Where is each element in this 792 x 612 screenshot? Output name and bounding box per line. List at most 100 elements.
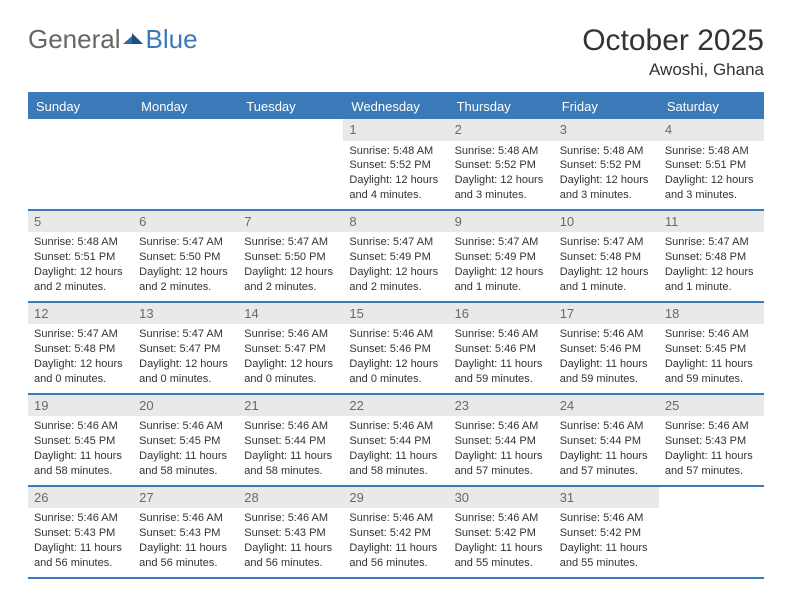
- day-number: 25: [659, 395, 764, 417]
- sunrise-text: Sunrise: 5:47 AM: [244, 235, 337, 250]
- day-info: Sunrise: 5:46 AMSunset: 5:44 PMDaylight:…: [449, 416, 554, 484]
- day-info: Sunrise: 5:47 AMSunset: 5:49 PMDaylight:…: [449, 232, 554, 300]
- sunrise-text: Sunrise: 5:46 AM: [34, 419, 127, 434]
- calendar-cell: 25Sunrise: 5:46 AMSunset: 5:43 PMDayligh…: [659, 395, 764, 485]
- daylight-text: Daylight: 12 hours and 0 minutes.: [244, 357, 337, 387]
- day-number: 9: [449, 211, 554, 233]
- day-info: Sunrise: 5:46 AMSunset: 5:45 PMDaylight:…: [659, 324, 764, 392]
- week-row: 1Sunrise: 5:48 AMSunset: 5:52 PMDaylight…: [28, 119, 764, 211]
- day-number: 8: [343, 211, 448, 233]
- sunrise-text: Sunrise: 5:46 AM: [349, 419, 442, 434]
- calendar-cell: 18Sunrise: 5:46 AMSunset: 5:45 PMDayligh…: [659, 303, 764, 393]
- sunset-text: Sunset: 5:45 PM: [34, 434, 127, 449]
- sunset-text: Sunset: 5:50 PM: [244, 250, 337, 265]
- sunrise-text: Sunrise: 5:47 AM: [139, 235, 232, 250]
- dayname-tuesday: Tuesday: [238, 94, 343, 119]
- sunrise-text: Sunrise: 5:48 AM: [665, 144, 758, 159]
- daylight-text: Daylight: 12 hours and 0 minutes.: [139, 357, 232, 387]
- calendar-cell: [238, 119, 343, 209]
- day-number: 3: [554, 119, 659, 141]
- calendar-cell: 1Sunrise: 5:48 AMSunset: 5:52 PMDaylight…: [343, 119, 448, 209]
- day-number: 21: [238, 395, 343, 417]
- month-title: October 2025: [582, 24, 764, 58]
- day-info: Sunrise: 5:48 AMSunset: 5:52 PMDaylight:…: [449, 141, 554, 209]
- day-info: Sunrise: 5:48 AMSunset: 5:51 PMDaylight:…: [659, 141, 764, 209]
- sunrise-text: Sunrise: 5:46 AM: [455, 419, 548, 434]
- sunrise-text: Sunrise: 5:48 AM: [349, 144, 442, 159]
- sunset-text: Sunset: 5:51 PM: [34, 250, 127, 265]
- calendar-cell: 23Sunrise: 5:46 AMSunset: 5:44 PMDayligh…: [449, 395, 554, 485]
- day-info: Sunrise: 5:46 AMSunset: 5:43 PMDaylight:…: [238, 508, 343, 576]
- day-info: Sunrise: 5:46 AMSunset: 5:42 PMDaylight:…: [449, 508, 554, 576]
- title-block: October 2025 Awoshi, Ghana: [582, 24, 764, 80]
- calendar-cell: 9Sunrise: 5:47 AMSunset: 5:49 PMDaylight…: [449, 211, 554, 301]
- sunset-text: Sunset: 5:50 PM: [139, 250, 232, 265]
- day-info: Sunrise: 5:46 AMSunset: 5:43 PMDaylight:…: [28, 508, 133, 576]
- calendar-cell: 16Sunrise: 5:46 AMSunset: 5:46 PMDayligh…: [449, 303, 554, 393]
- daylight-text: Daylight: 11 hours and 56 minutes.: [34, 541, 127, 571]
- day-number: 11: [659, 211, 764, 233]
- week-row: 12Sunrise: 5:47 AMSunset: 5:48 PMDayligh…: [28, 303, 764, 395]
- daylight-text: Daylight: 11 hours and 55 minutes.: [455, 541, 548, 571]
- daylight-text: Daylight: 12 hours and 4 minutes.: [349, 173, 442, 203]
- sunset-text: Sunset: 5:42 PM: [349, 526, 442, 541]
- daylight-text: Daylight: 12 hours and 2 minutes.: [349, 265, 442, 295]
- sunrise-text: Sunrise: 5:46 AM: [139, 511, 232, 526]
- day-number: 23: [449, 395, 554, 417]
- sunrise-text: Sunrise: 5:46 AM: [244, 327, 337, 342]
- daylight-text: Daylight: 11 hours and 58 minutes.: [139, 449, 232, 479]
- daylight-text: Daylight: 11 hours and 58 minutes.: [349, 449, 442, 479]
- logo-text-blue: Blue: [146, 24, 198, 55]
- sunset-text: Sunset: 5:48 PM: [560, 250, 653, 265]
- day-number: 22: [343, 395, 448, 417]
- sunset-text: Sunset: 5:52 PM: [349, 158, 442, 173]
- sunset-text: Sunset: 5:47 PM: [139, 342, 232, 357]
- day-info: Sunrise: 5:46 AMSunset: 5:44 PMDaylight:…: [238, 416, 343, 484]
- daylight-text: Daylight: 11 hours and 59 minutes.: [665, 357, 758, 387]
- dayname-friday: Friday: [554, 94, 659, 119]
- day-info: Sunrise: 5:46 AMSunset: 5:46 PMDaylight:…: [343, 324, 448, 392]
- day-number: 6: [133, 211, 238, 233]
- daylight-text: Daylight: 11 hours and 58 minutes.: [244, 449, 337, 479]
- calendar-cell: 17Sunrise: 5:46 AMSunset: 5:46 PMDayligh…: [554, 303, 659, 393]
- day-info: Sunrise: 5:47 AMSunset: 5:50 PMDaylight:…: [238, 232, 343, 300]
- calendar: Sunday Monday Tuesday Wednesday Thursday…: [28, 92, 764, 579]
- day-number: 28: [238, 487, 343, 509]
- daylight-text: Daylight: 11 hours and 56 minutes.: [244, 541, 337, 571]
- day-info: Sunrise: 5:46 AMSunset: 5:47 PMDaylight:…: [238, 324, 343, 392]
- day-number: 1: [343, 119, 448, 141]
- calendar-cell: [659, 487, 764, 577]
- sunrise-text: Sunrise: 5:47 AM: [455, 235, 548, 250]
- daylight-text: Daylight: 12 hours and 3 minutes.: [455, 173, 548, 203]
- sunrise-text: Sunrise: 5:48 AM: [560, 144, 653, 159]
- sunrise-text: Sunrise: 5:47 AM: [560, 235, 653, 250]
- sunset-text: Sunset: 5:49 PM: [349, 250, 442, 265]
- sunset-text: Sunset: 5:45 PM: [139, 434, 232, 449]
- sunset-text: Sunset: 5:45 PM: [665, 342, 758, 357]
- day-number: 29: [343, 487, 448, 509]
- calendar-cell: 7Sunrise: 5:47 AMSunset: 5:50 PMDaylight…: [238, 211, 343, 301]
- day-number: 17: [554, 303, 659, 325]
- day-info: Sunrise: 5:46 AMSunset: 5:46 PMDaylight:…: [554, 324, 659, 392]
- sunset-text: Sunset: 5:46 PM: [349, 342, 442, 357]
- sunset-text: Sunset: 5:42 PM: [455, 526, 548, 541]
- sunset-text: Sunset: 5:46 PM: [560, 342, 653, 357]
- sunrise-text: Sunrise: 5:46 AM: [139, 419, 232, 434]
- sunrise-text: Sunrise: 5:47 AM: [349, 235, 442, 250]
- dayname-saturday: Saturday: [659, 94, 764, 119]
- day-number: 5: [28, 211, 133, 233]
- daylight-text: Daylight: 12 hours and 0 minutes.: [34, 357, 127, 387]
- calendar-cell: [28, 119, 133, 209]
- daylight-text: Daylight: 12 hours and 1 minute.: [560, 265, 653, 295]
- calendar-cell: 24Sunrise: 5:46 AMSunset: 5:44 PMDayligh…: [554, 395, 659, 485]
- day-number: 24: [554, 395, 659, 417]
- logo-text-general: General: [28, 24, 121, 55]
- sunrise-text: Sunrise: 5:46 AM: [560, 419, 653, 434]
- day-info: Sunrise: 5:48 AMSunset: 5:52 PMDaylight:…: [343, 141, 448, 209]
- day-info: Sunrise: 5:47 AMSunset: 5:50 PMDaylight:…: [133, 232, 238, 300]
- location: Awoshi, Ghana: [582, 60, 764, 80]
- day-info: Sunrise: 5:46 AMSunset: 5:45 PMDaylight:…: [28, 416, 133, 484]
- daylight-text: Daylight: 11 hours and 55 minutes.: [560, 541, 653, 571]
- sunrise-text: Sunrise: 5:46 AM: [665, 419, 758, 434]
- week-row: 19Sunrise: 5:46 AMSunset: 5:45 PMDayligh…: [28, 395, 764, 487]
